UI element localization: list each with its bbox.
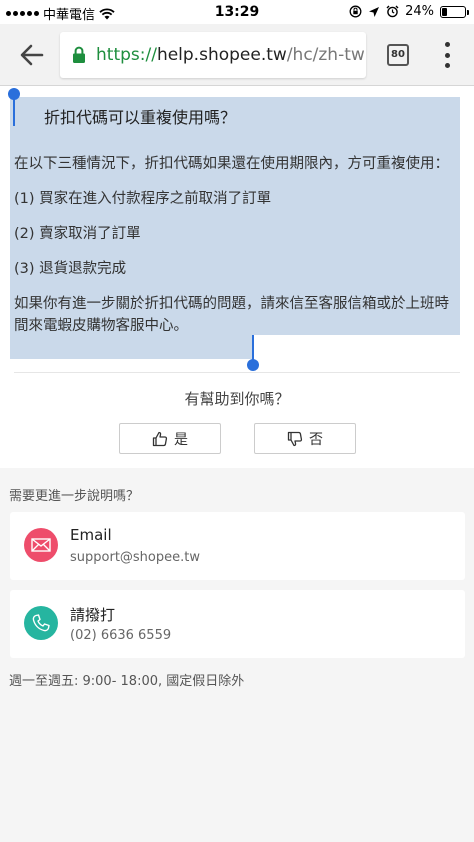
battery-fill: [442, 7, 448, 16]
alarm-icon: [386, 5, 399, 18]
url-host: help.shopee.tw: [156, 45, 287, 65]
phone-title: 請撥打: [70, 606, 116, 624]
email-icon: [24, 528, 58, 562]
status-bar: 中華電信 13:29 24%: [0, 0, 474, 24]
contact-section: 需要更進一步說明嗎？ Email support@shopee.tw 請撥打 (…: [0, 468, 474, 842]
rotation-lock-icon: [349, 5, 362, 18]
helpful-no-label: 否: [309, 431, 323, 448]
url-text: https://help.shopee.tw/hc/zh-tw: [96, 45, 365, 65]
article-paragraph: 在以下三種情況下，折扣代碼如果還在使用期限內，方可重複使用：: [14, 156, 449, 172]
thumbs-up-icon: [152, 431, 168, 446]
browser-toolbar: https://help.shopee.tw/hc/zh-tw 80: [0, 24, 474, 86]
status-right: 24%: [349, 4, 469, 19]
selection-start-handle[interactable]: [8, 88, 20, 100]
lock-icon: [73, 46, 85, 63]
email-title: Email: [70, 526, 112, 544]
email-address: support@shopee.tw: [70, 550, 200, 565]
email-contact-card[interactable]: Email support@shopee.tw: [10, 512, 465, 580]
helpful-yes-label: 是: [174, 431, 188, 448]
url-scheme: https://: [96, 45, 157, 65]
helpful-question: 有幫助到你嗎？: [184, 390, 290, 408]
article-paragraph: 如果你有進一步關於折扣代碼的問題，請來信至客服信箱或於上班時間來電蝦皮購物客服中…: [14, 296, 449, 334]
back-arrow-icon[interactable]: [18, 41, 46, 69]
battery-percent: 24%: [405, 4, 434, 19]
article-paragraph: (2) 賣家取消了訂單: [14, 226, 141, 242]
article-paragraph: (3) 退貨退款完成: [14, 261, 127, 277]
url-path: /hc/zh-tw: [286, 45, 365, 65]
helpful-yes-button[interactable]: 是: [119, 423, 221, 454]
article-paragraph: (1) 買家在進入付款程序之前取消了訂單: [14, 191, 272, 207]
service-hours: 週一至週五: 9:00- 18:00, 國定假日除外: [9, 674, 245, 689]
more-menu-icon[interactable]: [440, 42, 454, 68]
thumbs-down-icon: [287, 431, 303, 446]
divider: [14, 372, 460, 373]
article-body: 在以下三種情況下，折扣代碼如果還在使用期限內，方可重複使用： (1) 買家在進入…: [14, 153, 454, 350]
phone-icon: [24, 606, 58, 640]
selection-start-bar: [13, 96, 15, 126]
helpful-no-button[interactable]: 否: [254, 423, 356, 454]
phone-number: (02) 6636 6559: [70, 628, 172, 643]
article-title: 折扣代碼可以重複使用嗎？: [44, 108, 237, 127]
tab-switcher-button[interactable]: 80: [387, 44, 409, 66]
phone-contact-card[interactable]: 請撥打 (02) 6636 6559: [10, 590, 465, 658]
location-icon: [369, 6, 380, 17]
contact-heading: 需要更進一步說明嗎？: [9, 489, 140, 504]
address-bar[interactable]: https://help.shopee.tw/hc/zh-tw: [60, 32, 366, 78]
selection-end-handle[interactable]: [247, 359, 259, 371]
battery-icon: [440, 5, 469, 18]
